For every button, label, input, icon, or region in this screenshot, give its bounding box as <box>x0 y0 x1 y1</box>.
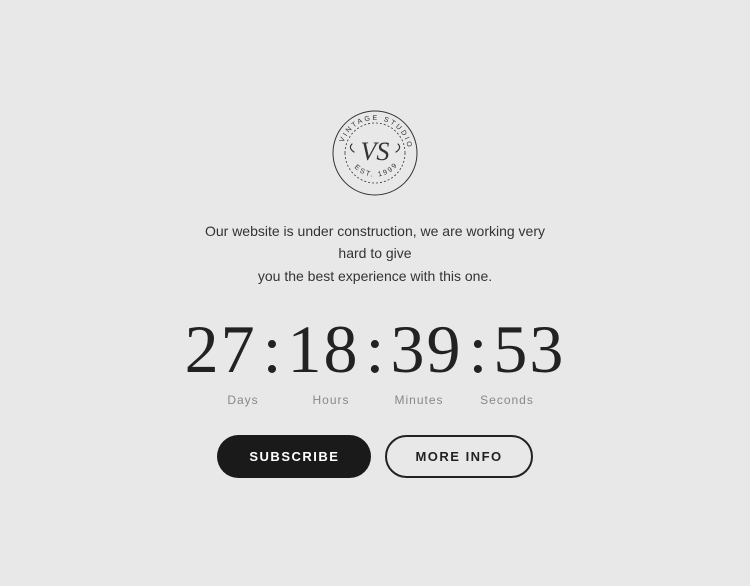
label-minutes: Minutes <box>375 393 463 407</box>
hours-value: 18 <box>288 315 360 383</box>
label-seconds: Seconds <box>463 393 551 407</box>
logo-circle: VINTAGE STUDIO EST. 1999 VS <box>330 108 420 198</box>
button-group: SUBSCRIBE MORE INFO <box>217 435 532 478</box>
label-hours: Hours <box>287 393 375 407</box>
label-days: Days <box>199 393 287 407</box>
logo-wrapper: VINTAGE STUDIO EST. 1999 VS <box>330 108 420 198</box>
separator-2: : <box>366 315 385 383</box>
days-value: 27 <box>185 315 257 383</box>
main-container: VINTAGE STUDIO EST. 1999 VS Our website … <box>185 108 566 478</box>
seconds-value: 53 <box>493 315 565 383</box>
svg-text:VS: VS <box>361 137 390 166</box>
subscribe-button[interactable]: SUBSCRIBE <box>217 435 371 478</box>
countdown-display: 27 : 18 : 39 : 53 <box>185 315 566 383</box>
description-text: Our website is under construction, we ar… <box>195 220 555 287</box>
countdown-labels: Days Hours Minutes Seconds <box>199 393 551 407</box>
more-info-button[interactable]: MORE INFO <box>385 435 532 478</box>
separator-3: : <box>468 315 487 383</box>
minutes-value: 39 <box>390 315 462 383</box>
separator-1: : <box>263 315 282 383</box>
